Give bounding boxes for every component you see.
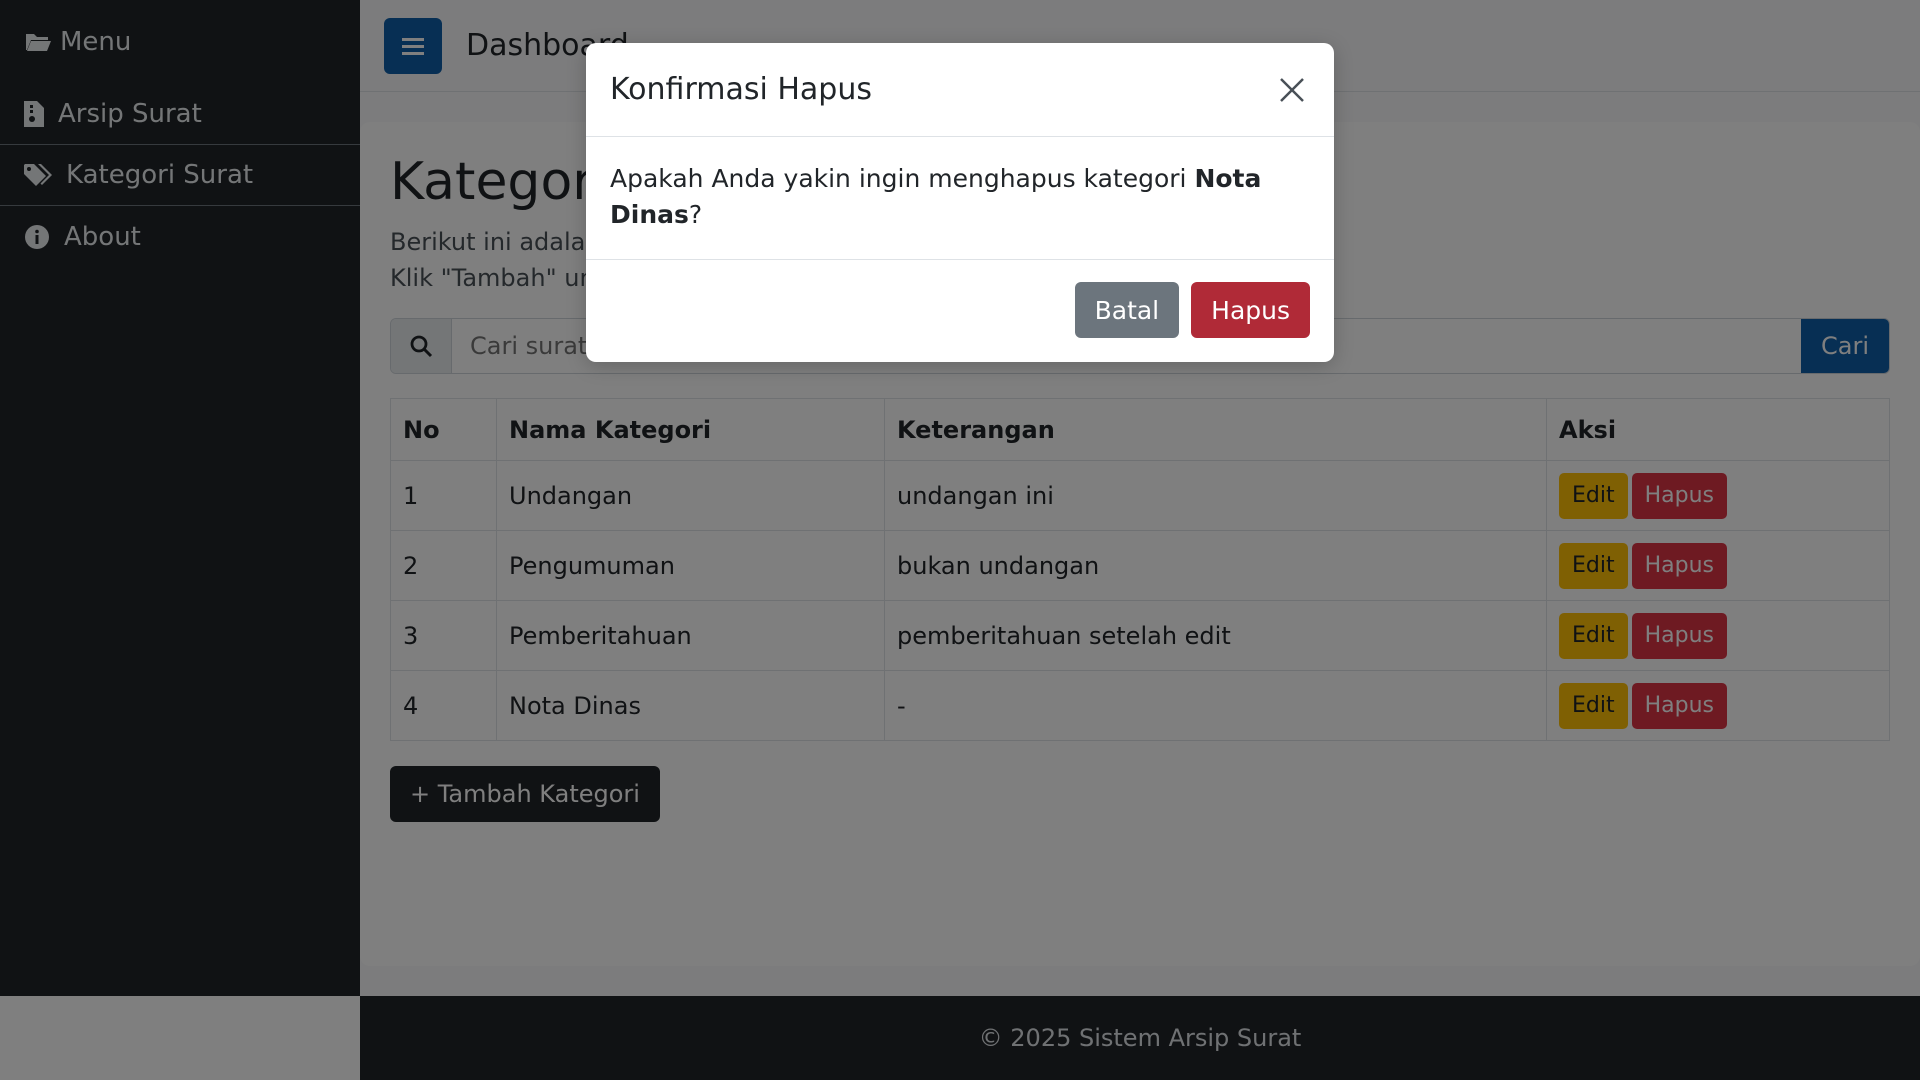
close-button[interactable] (1274, 72, 1310, 108)
modal-message-prefix: Apakah Anda yakin ingin menghapus katego… (610, 164, 1195, 193)
modal-footer: Batal Hapus (586, 260, 1334, 360)
modal-body: Apakah Anda yakin ingin menghapus katego… (586, 137, 1334, 260)
delete-confirm-modal: Konfirmasi Hapus Apakah Anda yakin ingin… (586, 43, 1334, 362)
modal-title: Konfirmasi Hapus (610, 72, 872, 107)
modal-header: Konfirmasi Hapus (586, 43, 1334, 137)
confirm-delete-button[interactable]: Hapus (1191, 282, 1310, 338)
modal-message-suffix: ? (688, 200, 703, 229)
close-icon (1278, 76, 1306, 104)
cancel-button[interactable]: Batal (1074, 282, 1180, 338)
